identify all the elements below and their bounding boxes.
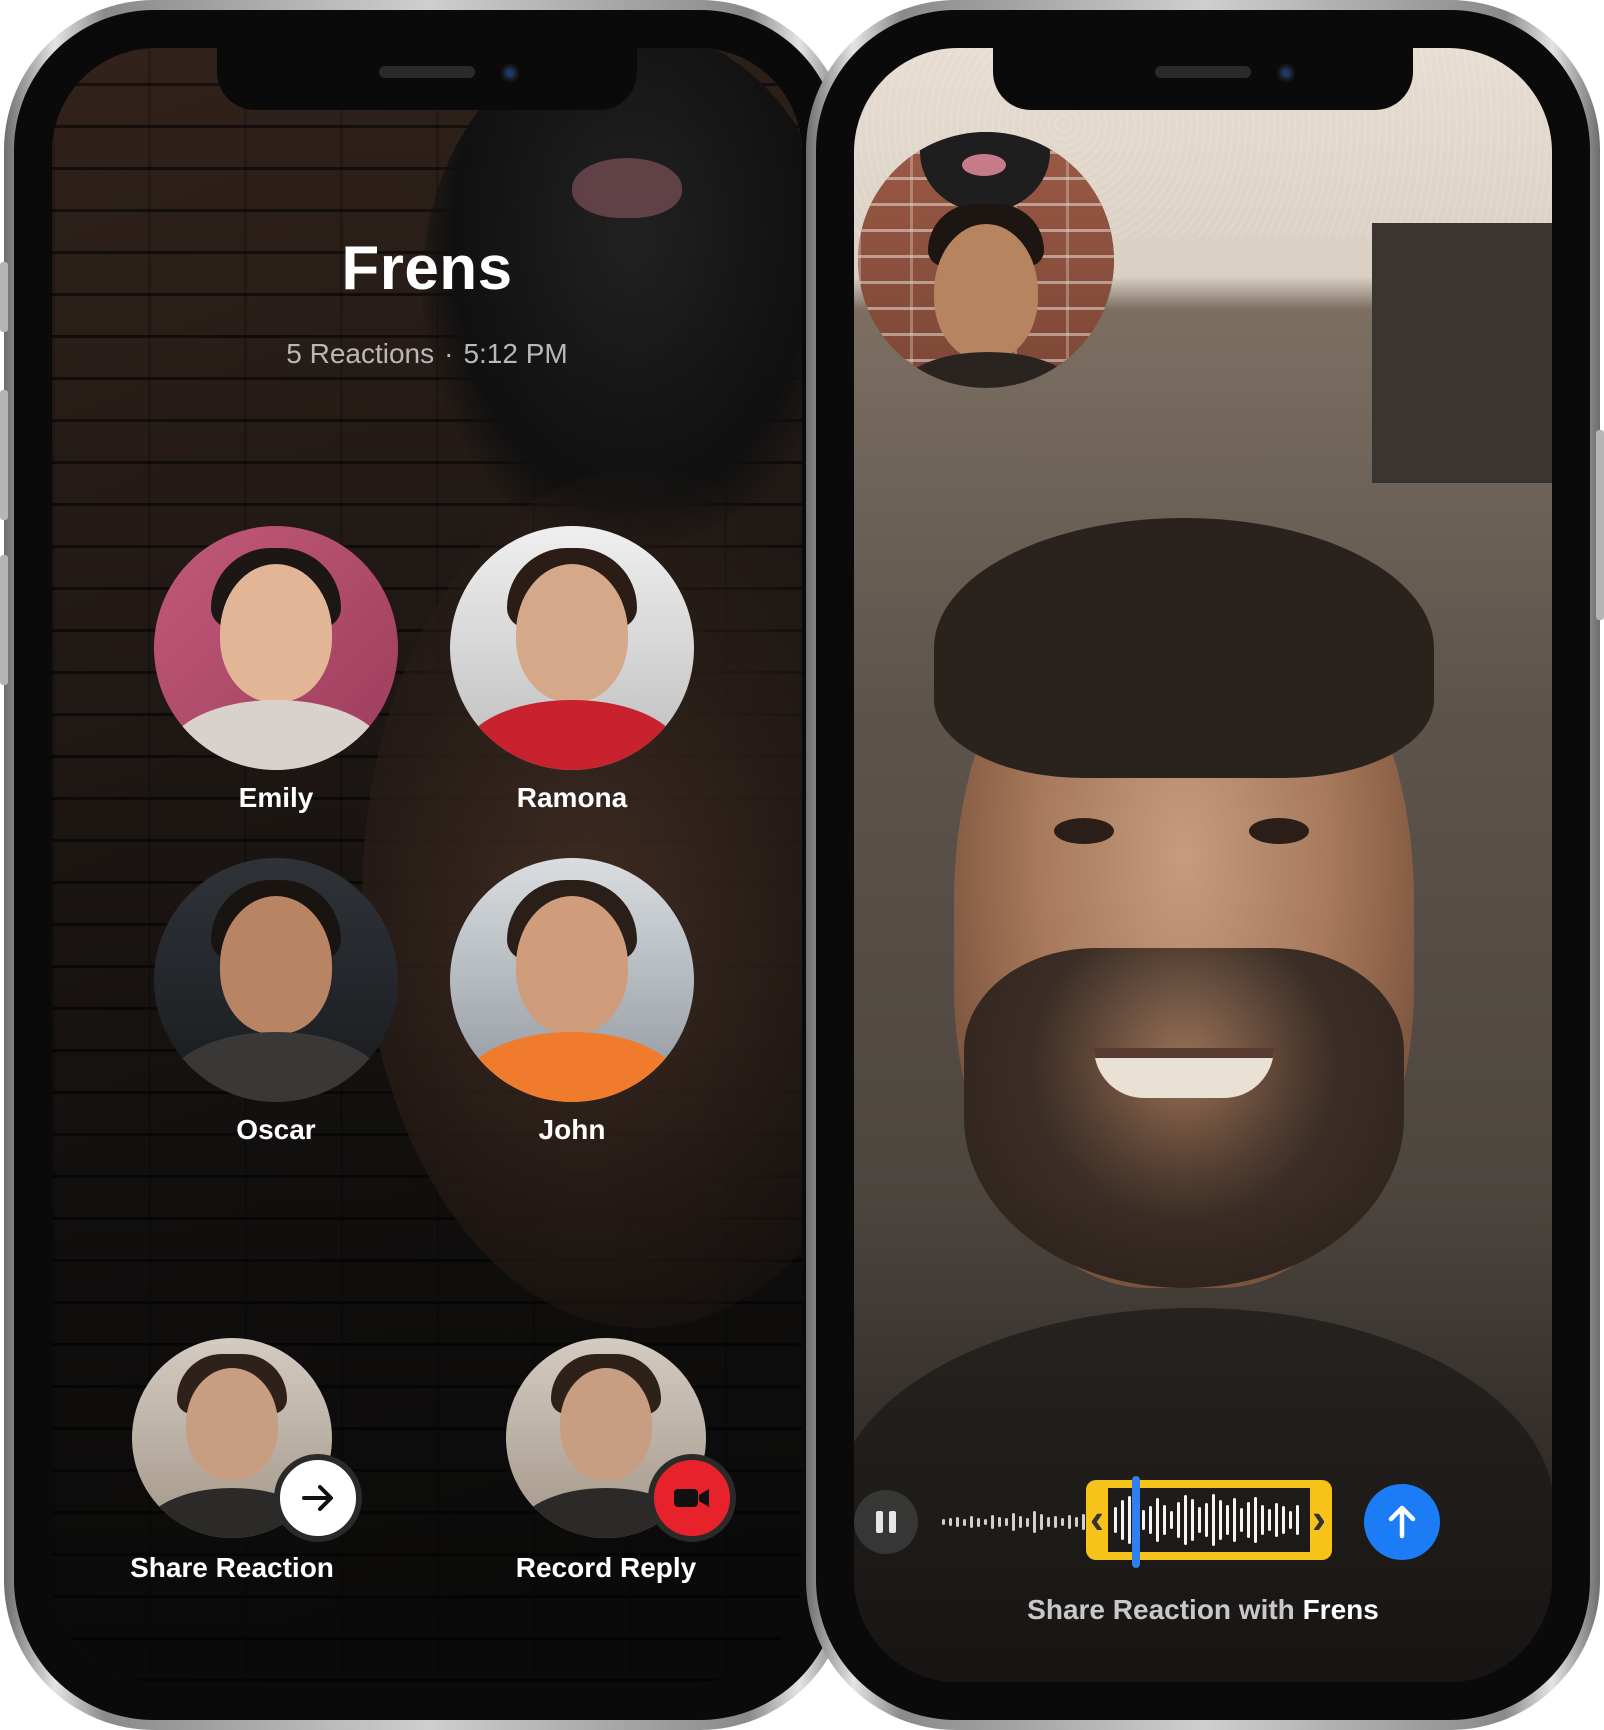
notch (993, 48, 1413, 110)
waveform-bar (956, 1517, 959, 1527)
waveform-bar (1177, 1502, 1180, 1538)
waveform-bar (1019, 1516, 1022, 1528)
left-phone-button (0, 262, 8, 332)
share-reaction-button[interactable]: Share Reaction (102, 1338, 362, 1584)
waveform-bar (1054, 1516, 1057, 1528)
playhead[interactable] (1132, 1476, 1140, 1568)
trim-handle-left[interactable]: ‹ (1090, 1494, 1104, 1544)
record-reply-label: Record Reply (515, 1552, 697, 1583)
share-reaction-label: Share Reaction (130, 1552, 334, 1583)
trim-selection[interactable] (1086, 1480, 1332, 1560)
waveform-bar (1040, 1514, 1043, 1530)
waveform-bar (1289, 1511, 1292, 1529)
waveform-bar (1068, 1515, 1071, 1529)
right-phone-frame: ‹ › Share Reaction with Frens (806, 0, 1600, 1730)
waveform-bar (1156, 1498, 1159, 1542)
left-phone-bezel: Frens 5 Reactions · 5:12 PM Emily Ramona… (14, 10, 840, 1720)
reactions-screen: Frens 5 Reactions · 5:12 PM Emily Ramona… (52, 48, 802, 1682)
waveform-bar (1005, 1518, 1008, 1526)
waveform-bar (1163, 1505, 1166, 1535)
left-phone-button (0, 555, 8, 685)
person-name: John (538, 1114, 606, 1145)
reactions-meta: 5 Reactions · 5:12 PM (52, 338, 802, 370)
reaction-oscar[interactable]: Oscar (154, 858, 398, 1146)
share-caption-group: Frens (1302, 1594, 1379, 1625)
pause-icon[interactable] (854, 1490, 918, 1554)
waveform-bar (1233, 1498, 1236, 1542)
waveform-bar (1170, 1511, 1173, 1529)
share-caption-prefix: Share Reaction with (1027, 1594, 1303, 1625)
waveform-bar (1191, 1499, 1194, 1541)
waveform-bar (1240, 1508, 1243, 1532)
waveform-bar (984, 1519, 987, 1525)
reaction-emily[interactable]: Emily (154, 526, 398, 814)
waveform-bar (977, 1517, 980, 1527)
waveform-bar (1114, 1507, 1117, 1533)
right-phone-bezel: ‹ › Share Reaction with Frens (816, 10, 1590, 1720)
waveform-bar (1226, 1505, 1229, 1535)
waveform-bar (1026, 1517, 1029, 1527)
waveform-bar (963, 1518, 966, 1526)
audio-waveform (942, 1490, 1110, 1554)
waveform-bar (942, 1519, 945, 1525)
notch (217, 48, 637, 110)
reaction-ramona[interactable]: Ramona (450, 526, 694, 814)
waveform-bar (1247, 1502, 1250, 1538)
arrow-up-icon[interactable] (1364, 1484, 1440, 1560)
record-reply-button[interactable]: Record Reply (476, 1338, 736, 1584)
reply-screen: ‹ › Share Reaction with Frens (854, 48, 1552, 1682)
reply-controls: ‹ › Share Reaction with Frens (854, 48, 1552, 1682)
right-phone-button (1596, 430, 1604, 620)
waveform-bar (1128, 1496, 1131, 1544)
waveform-bar (1149, 1506, 1152, 1534)
reactions-count: 5 Reactions (286, 338, 435, 369)
waveform-bar (1268, 1509, 1271, 1531)
trim-handle-right[interactable]: › (1312, 1494, 1326, 1544)
waveform-bar (1142, 1510, 1145, 1530)
waveform-bar (1205, 1503, 1208, 1537)
waveform-bar (1219, 1500, 1222, 1540)
waveform-bar (1047, 1517, 1050, 1527)
waveform-bar (1075, 1517, 1078, 1527)
video-camera-icon (648, 1454, 736, 1542)
waveform-bar (1254, 1497, 1257, 1543)
waveform-bar (1184, 1495, 1187, 1545)
reaction-john[interactable]: John (450, 858, 694, 1146)
avatar (450, 526, 694, 770)
waveform-bar (1121, 1500, 1124, 1540)
arrow-right-icon (274, 1454, 362, 1542)
left-phone-button (0, 390, 8, 520)
person-name: Ramona (516, 782, 628, 813)
reaction-time: 5:12 PM (463, 338, 568, 369)
waveform-bar (1012, 1513, 1015, 1531)
waveform-bar (1282, 1506, 1285, 1534)
waveform-bar (1212, 1494, 1215, 1546)
avatar (154, 858, 398, 1102)
waveform-bar (1033, 1511, 1036, 1533)
avatar (154, 526, 398, 770)
waveform-bar (1275, 1503, 1278, 1537)
waveform-bar (1296, 1505, 1299, 1535)
meta-separator: · (444, 338, 454, 369)
group-title: Frens (341, 234, 513, 303)
waveform-bar (1198, 1507, 1201, 1533)
avatar (450, 858, 694, 1102)
waveform-bar (1082, 1514, 1085, 1530)
person-name: Emily (238, 782, 314, 813)
share-caption: Share Reaction with Frens (854, 1594, 1552, 1626)
waveform-bar (949, 1518, 952, 1526)
waveform-bar (998, 1517, 1001, 1527)
person-name: Oscar (236, 1114, 316, 1145)
waveform-bar (1061, 1518, 1064, 1526)
waveform-bar (970, 1516, 973, 1528)
waveform-bar (991, 1515, 994, 1529)
waveform-bar (1261, 1505, 1264, 1535)
left-phone-frame: Frens 5 Reactions · 5:12 PM Emily Ramona… (4, 0, 850, 1730)
